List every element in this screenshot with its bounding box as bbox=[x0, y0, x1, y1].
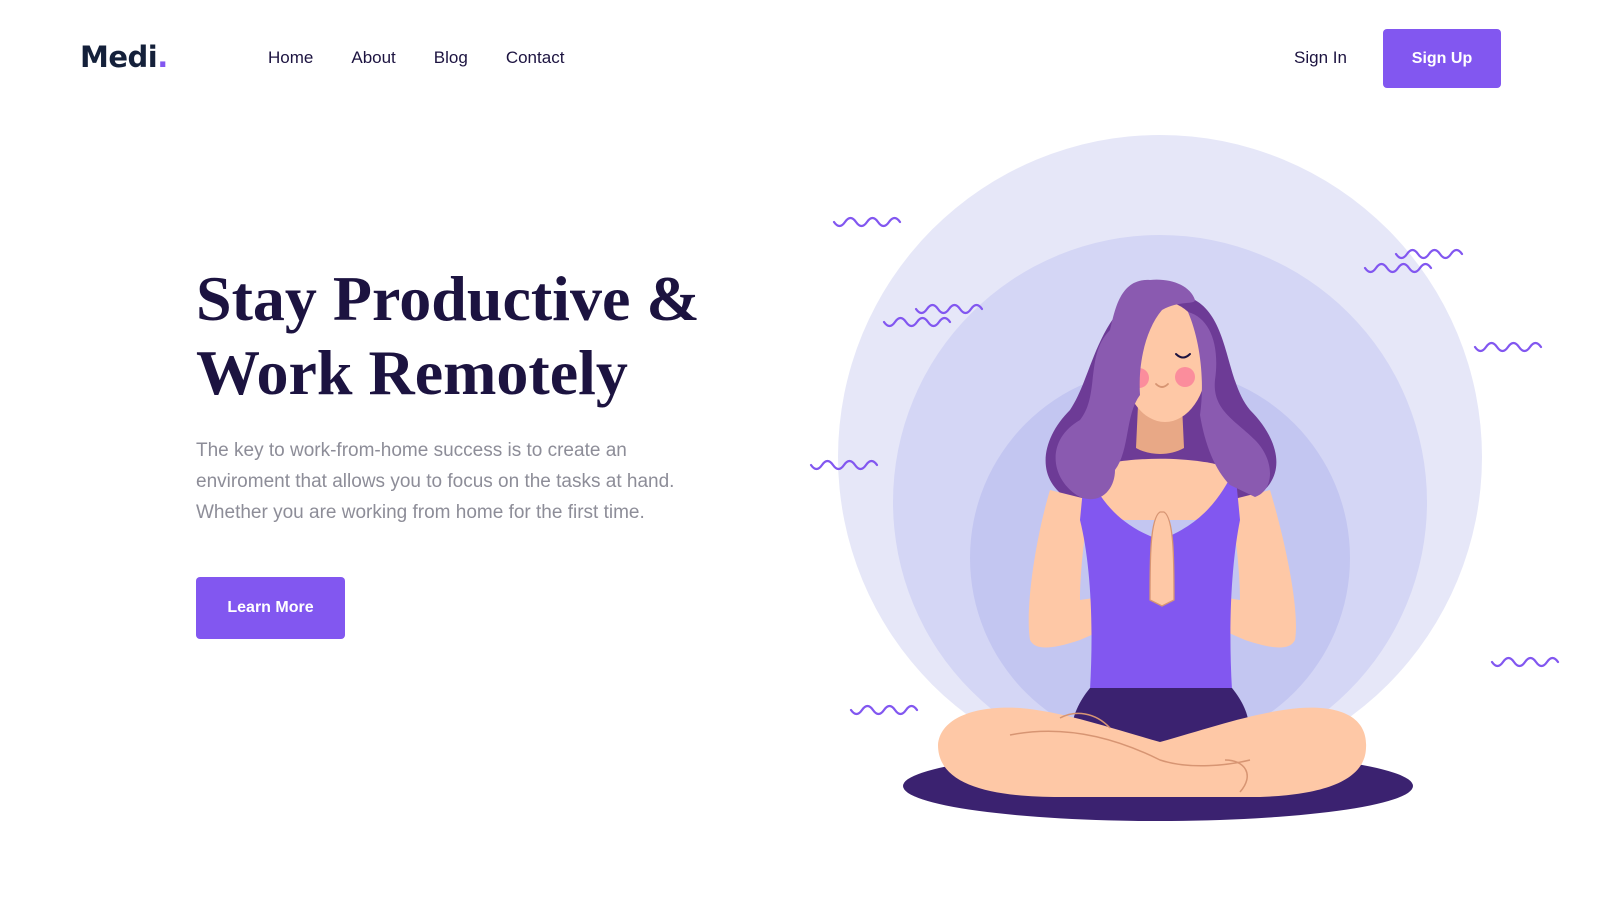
brand-logo[interactable]: Medi. bbox=[80, 40, 168, 74]
hero-title-line-2: Work Remotely bbox=[196, 337, 628, 408]
learn-more-button[interactable]: Learn More bbox=[196, 577, 345, 639]
wave-9 bbox=[1490, 656, 1560, 668]
hero-description-line-1: The key to work-from-home success is to … bbox=[196, 440, 627, 461]
hero-title-line-1: Stay Productive & bbox=[196, 263, 700, 334]
brand-dot: . bbox=[157, 40, 168, 74]
wave-8 bbox=[849, 704, 919, 716]
sign-in-link[interactable]: Sign In bbox=[1294, 48, 1347, 68]
hero-description-line-3: Whether you are working from home for th… bbox=[196, 502, 645, 523]
wave-1 bbox=[832, 216, 902, 228]
nav-link-blog[interactable]: Blog bbox=[434, 48, 468, 68]
meditation-illustration bbox=[809, 135, 1560, 821]
wave-6 bbox=[1473, 341, 1543, 353]
hero-description-line-2: enviroment that allows you to focus on t… bbox=[196, 471, 675, 492]
hero-description: The key to work-from-home success is to … bbox=[196, 435, 756, 528]
top-navigation: Medi. Home About Blog Contact Sign In Si… bbox=[0, 0, 1601, 120]
sign-up-button[interactable]: Sign Up bbox=[1383, 29, 1501, 88]
praying-hands bbox=[1149, 511, 1175, 607]
nav-link-home[interactable]: Home bbox=[268, 48, 313, 68]
nav-link-contact[interactable]: Contact bbox=[506, 48, 565, 68]
brand-name: Medi bbox=[80, 40, 158, 74]
nav-link-about[interactable]: About bbox=[351, 48, 395, 68]
hero-title: Stay Productive & Work Remotely bbox=[196, 262, 796, 410]
nav-links: Home About Blog Contact bbox=[268, 48, 602, 68]
right-cheek bbox=[1175, 367, 1195, 387]
